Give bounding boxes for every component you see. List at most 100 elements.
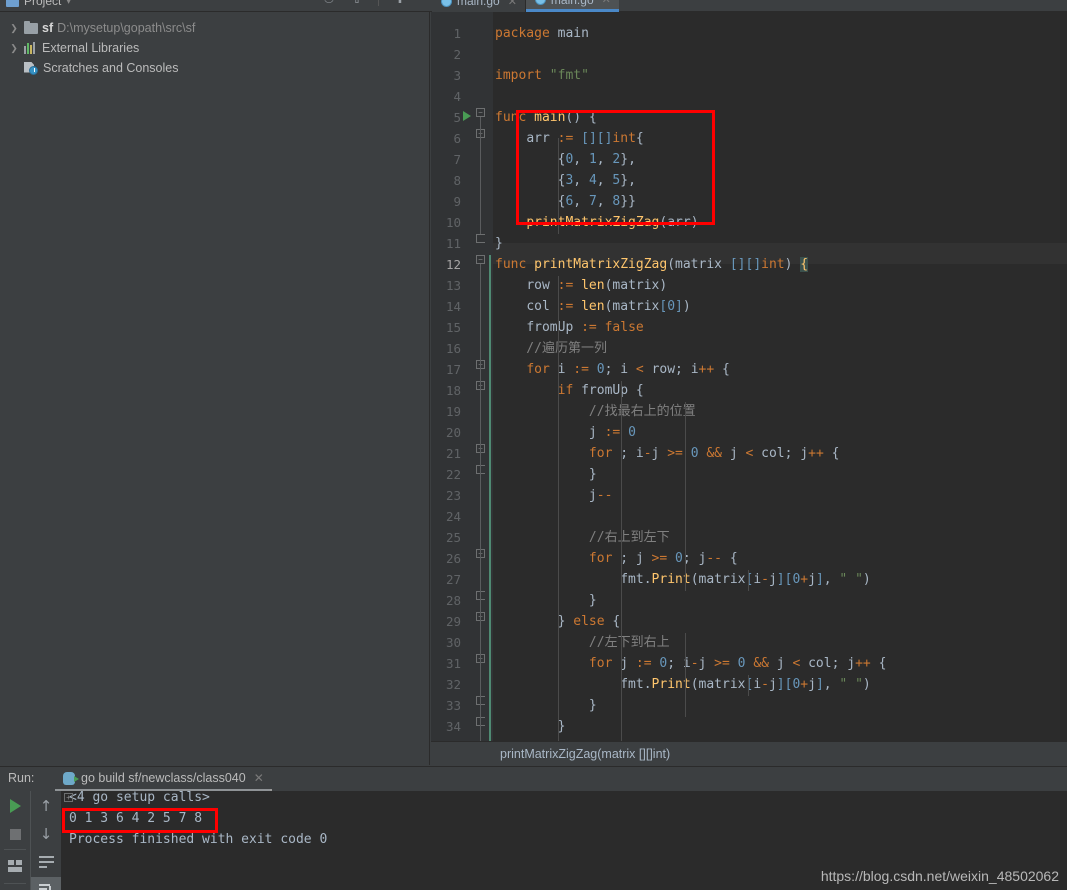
line-number: 33: [445, 698, 461, 713]
go-file-icon: [441, 0, 452, 7]
line-number: 23: [445, 488, 461, 503]
code-line: package main: [495, 26, 589, 41]
indent-guide: [558, 138, 559, 234]
line-number: 29: [445, 614, 461, 629]
line-number: 15: [445, 320, 461, 335]
code-line: //遍历第一列: [495, 341, 607, 356]
breadcrumb[interactable]: printMatrixZigZag(matrix [][]int): [431, 741, 1067, 765]
fold-guide-line: [480, 117, 481, 234]
close-icon[interactable]: ✕: [602, 0, 611, 6]
code-line: {3, 4, 5},: [557, 173, 636, 188]
down-button[interactable]: ↓: [31, 821, 61, 847]
project-title-label: Project: [24, 0, 62, 8]
code-line: row := len(matrix): [526, 278, 668, 293]
up-button[interactable]: ↑: [31, 793, 61, 819]
editor-tab-main-go-2[interactable]: main.go ✕: [525, 0, 619, 12]
editor-tab-bar: main.go ✕ main.go ✕: [432, 0, 619, 12]
run-toolbar-left: [0, 791, 30, 890]
fold-end-line11: [476, 234, 485, 243]
line-number: 10: [445, 215, 461, 230]
locate-icon[interactable]: ☉: [322, 0, 336, 6]
code-line: j := 0: [588, 425, 636, 440]
toolbar-divider: [378, 0, 379, 6]
console-line: Process finished with exit code 0: [69, 832, 328, 847]
close-icon[interactable]: ✕: [254, 771, 264, 785]
settings-gear-icon[interactable]: ✚: [393, 0, 407, 6]
layout-button[interactable]: [0, 853, 30, 879]
line-number: 5: [453, 110, 461, 125]
run-tab-label: go build sf/newclass/class040: [81, 771, 246, 785]
play-icon: [9, 799, 21, 813]
fold-marker-line5[interactable]: −: [476, 108, 485, 117]
code-line: fmt.Print(matrix[i-j][0+j], " "): [620, 572, 871, 587]
console-line: 0 1 3 6 4 2 5 7 8: [69, 811, 203, 826]
indent-guide: [685, 633, 686, 717]
project-tool-window[interactable]: ❯ sf D:\mysetup\gopath\src\sf ❯ External…: [0, 12, 430, 765]
scroll-to-end-button[interactable]: [31, 877, 61, 890]
line-number: 19: [445, 404, 461, 419]
watermark-text: https://blog.csdn.net/weixin_48502062: [820, 868, 1059, 884]
run-main-gutter-icon[interactable]: [463, 111, 471, 121]
console-output[interactable]: <4 go setup calls> +0 1 3 6 4 2 5 7 8 Proc…: [61, 791, 1067, 890]
chevron-right-icon[interactable]: ❯: [8, 23, 20, 34]
fold-marker-line12[interactable]: −: [476, 255, 485, 264]
line-number: 31: [445, 656, 461, 671]
line-number: 16: [445, 341, 461, 356]
code-line: col := len(matrix[0]): [526, 299, 691, 314]
chevron-down-icon[interactable]: ▾: [66, 0, 71, 7]
line-number: 4: [453, 89, 461, 104]
fold-expand-icon[interactable]: +: [64, 793, 73, 802]
arrow-up-icon: ↑: [39, 797, 53, 815]
line-number: 14: [445, 299, 461, 314]
line-number: 13: [445, 278, 461, 293]
code-line: for i := 0; i < row; i++ {: [526, 362, 730, 377]
line-number: 22: [445, 467, 461, 482]
console-line: <4 go setup calls>: [69, 791, 210, 805]
go-run-icon: [63, 771, 79, 785]
line-number: 17: [445, 362, 461, 377]
toolbar-divider: [4, 883, 26, 884]
line-number: 7: [453, 152, 461, 167]
line-number: 11: [445, 236, 461, 251]
line-number: 2: [453, 47, 461, 62]
editor-tab-label: main.go: [551, 0, 594, 7]
tree-item-label: sf: [42, 21, 54, 35]
code-line: arr := [][]int{: [526, 131, 644, 146]
tree-item-scratches-and-consoles[interactable]: Scratches and Consoles: [0, 58, 429, 78]
code-line: {6, 7, 8}}: [557, 194, 636, 209]
tree-item-sf[interactable]: ❯ sf D:\mysetup\gopath\src\sf: [0, 18, 429, 38]
code-line: for ; j >= 0; j-- {: [588, 551, 738, 566]
stop-button[interactable]: [0, 821, 30, 847]
method-scope-marker: [489, 255, 491, 741]
library-icon: [24, 42, 38, 54]
editor-tab-main-go-1[interactable]: main.go ✕: [432, 0, 525, 12]
collapse-all-icon[interactable]: ⇧: [350, 0, 364, 6]
folder-icon: [24, 20, 38, 34]
code-line: func printMatrixZigZag(matrix [][]int) {: [495, 257, 809, 272]
line-number: 9: [453, 194, 461, 209]
editor-tab-label: main.go: [457, 0, 500, 8]
stop-icon: [9, 828, 21, 840]
code-line: printMatrixZigZag(arr): [526, 215, 699, 230]
tree-item-external-libraries[interactable]: ❯ External Libraries: [0, 38, 429, 58]
code-line: for ; i-j >= 0 && j < col; j++ {: [588, 446, 840, 461]
chevron-right-icon[interactable]: ❯: [8, 43, 20, 54]
close-icon[interactable]: ✕: [508, 0, 517, 8]
tree-item-label: Scratches and Consoles: [43, 61, 179, 75]
code-line: //左下到右上: [495, 635, 670, 650]
code-line: import "fmt": [495, 68, 589, 83]
line-number: 24: [445, 509, 461, 524]
code-line: for j := 0; i-j >= 0 && j < col; j++ {: [588, 656, 887, 671]
code-editor[interactable]: 1 2 3 4 5 6 7 8 9 10 11 12 13 14 15 16 17 18 19 20 21 22 23 24 2…: [431, 12, 1067, 741]
code-line: fmt.Print(matrix[i-j][0+j], " "): [620, 677, 871, 692]
line-number: 20: [445, 425, 461, 440]
indent-guide: [685, 402, 686, 591]
fold-guide-line: [480, 369, 481, 741]
soft-wrap-button[interactable]: [31, 849, 61, 875]
arrow-down-icon: ↓: [39, 825, 53, 843]
rerun-button[interactable]: [0, 793, 30, 819]
soft-wrap-icon: [38, 856, 54, 868]
go-file-icon: [534, 0, 546, 5]
top-toolbar: Project ▾ ☉ ⇧ ✚ main.go ✕ main.go ✕: [0, 0, 1067, 12]
run-configuration-tab[interactable]: go build sf/newclass/class040 ✕: [55, 767, 272, 791]
